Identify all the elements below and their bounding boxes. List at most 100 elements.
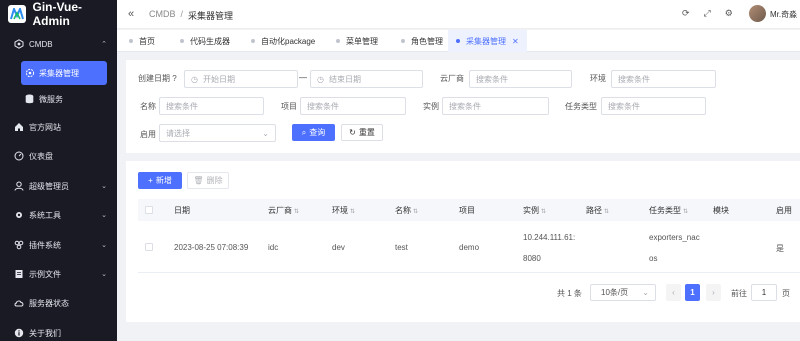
prev-page-button[interactable]: ‹ <box>666 284 681 301</box>
cell-env: dev <box>332 243 345 252</box>
table-header: 日期 云厂商 ⇅ 环境 ⇅ 名称 ⇅ 项目 实例 ⇅ 路径 ⇅ 任务类型 ⇅ 模块 启用 <box>138 199 800 221</box>
cell-cloud: idc <box>268 243 279 252</box>
tasktype-input[interactable]: 搜索条件 <box>601 97 706 115</box>
breadcrumb-root[interactable]: CMDB <box>149 9 176 22</box>
instance-input[interactable]: 搜索条件 <box>442 97 549 115</box>
row-divider <box>138 272 800 273</box>
col-env[interactable]: 环境 ⇅ <box>332 205 355 216</box>
name-input[interactable]: 搜索条件 <box>159 97 264 115</box>
page-1-button[interactable]: 1 <box>685 284 700 301</box>
gear-icon <box>25 68 35 78</box>
breadcrumb: CMDB / 采集器管理 <box>149 9 233 22</box>
col-date[interactable]: 日期 <box>174 205 190 216</box>
col-project[interactable]: 项目 <box>459 205 475 216</box>
tab-label: 采集器管理 <box>466 36 506 46</box>
tab-menu-manage[interactable]: 菜单管理 <box>336 30 378 52</box>
instance-label: 实例 <box>423 102 439 111</box>
col-path[interactable]: 路径 ⇅ <box>586 205 609 216</box>
fullscreen-icon[interactable]: ⤢ <box>704 8 711 19</box>
close-icon[interactable]: ✕ <box>512 37 519 46</box>
logo[interactable]: Gin-Vue-Admin <box>0 0 117 28</box>
sidebar-item-microservice[interactable]: 微服务 <box>0 86 117 112</box>
date-range-separator: — <box>299 73 307 82</box>
avatar[interactable] <box>749 5 766 22</box>
cell-date: 2023-08-25 07:08:39 <box>174 243 249 252</box>
sidebar-item-server-status[interactable]: 服务器状态 <box>0 290 117 316</box>
project-input[interactable]: 搜索条件 <box>300 97 406 115</box>
pagination-total: 共 1 条 <box>557 289 582 298</box>
sidebar-item-label: 关于我们 <box>29 328 61 338</box>
env-label: 环境 <box>590 74 606 83</box>
search-icon: ⌕ <box>301 127 307 137</box>
collapse-sidebar-icon[interactable]: « <box>128 8 134 20</box>
col-module[interactable]: 模块 <box>713 205 729 216</box>
cell-instance-line1: 10.244.111.61: <box>523 233 576 242</box>
col-tasktype[interactable]: 任务类型 ⇅ <box>649 205 688 216</box>
start-date-input[interactable]: ◷ 开始日期 <box>184 70 298 88</box>
tasktype-label: 任务类型 <box>565 102 597 111</box>
tab-dot-icon <box>251 39 255 43</box>
cloud-label: 云厂商 <box>440 74 464 83</box>
env-input[interactable]: 搜索条件 <box>611 70 716 88</box>
reset-icon: ↻ <box>349 128 356 137</box>
sidebar-item-website[interactable]: 官方网站 <box>0 114 117 140</box>
tab-collector-manage[interactable]: 采集器管理 ✕ <box>448 30 527 52</box>
sort-icon: ⇅ <box>604 209 610 215</box>
delete-button[interactable]: 🗑 删除 <box>187 172 229 189</box>
col-name[interactable]: 名称 ⇅ <box>395 205 418 216</box>
sidebar-item-dashboard[interactable]: 仪表盘 <box>0 143 117 169</box>
info-icon <box>14 328 24 338</box>
sidebar-item-label: 示例文件 <box>29 269 61 279</box>
reset-button[interactable]: ↻ 重置 <box>341 124 383 141</box>
sidebar-item-examples[interactable]: 示例文件 ⌄ <box>0 261 117 287</box>
chevron-down-icon: ⌄ <box>101 271 107 278</box>
refresh-icon[interactable]: ⟳ <box>682 8 690 19</box>
chevron-down-icon: ⌄ <box>101 183 107 190</box>
document-icon <box>14 269 24 279</box>
cell-project: demo <box>459 243 480 252</box>
sidebar-item-label: 官方网站 <box>29 122 61 132</box>
goto-page-input[interactable]: 1 <box>751 284 777 301</box>
cloud-input[interactable]: 搜索条件 <box>469 70 572 88</box>
tab-label: 菜单管理 <box>346 36 378 46</box>
sidebar-item-label: 微服务 <box>39 94 63 104</box>
tab-home[interactable]: 首页 <box>129 30 155 52</box>
add-button[interactable]: + 新增 <box>138 172 182 189</box>
calendar-icon: ◷ <box>191 74 198 84</box>
tab-label: 代码生成器 <box>190 36 230 46</box>
user-icon <box>14 181 24 191</box>
tab-role-manage[interactable]: 角色管理 <box>401 30 443 52</box>
sidebar-item-cmdb[interactable]: CMDB ⌃ <box>0 31 117 57</box>
tab-dot-icon <box>456 39 460 43</box>
sidebar-item-systools[interactable]: 系统工具 ⌄ <box>0 202 117 228</box>
next-page-button[interactable]: › <box>706 284 721 301</box>
enable-select[interactable]: 请选择 ⌄ <box>159 124 276 142</box>
row-checkbox[interactable] <box>145 243 153 251</box>
name-label: 名称 <box>140 102 156 111</box>
breadcrumb-current: 采集器管理 <box>188 11 234 21</box>
tab-label: 角色管理 <box>411 36 443 46</box>
settings-icon[interactable]: ⚙ <box>725 8 733 19</box>
sidebar-item-superadmin[interactable]: 超级管理员 ⌄ <box>0 173 117 199</box>
query-button[interactable]: ⌕ 查询 <box>292 124 335 141</box>
col-instance[interactable]: 实例 ⇅ <box>523 205 546 216</box>
sidebar-subitem-collector[interactable]: 采集器管理 <box>21 61 107 85</box>
cell-tasktype-line2: os <box>649 254 658 263</box>
col-enabled[interactable]: 启用 <box>776 205 792 216</box>
tab-codegen[interactable]: 代码生成器 <box>180 30 230 52</box>
username[interactable]: Mr.奇淼 <box>770 9 797 20</box>
cell-enabled: 是 <box>776 244 784 253</box>
app-title: Gin-Vue-Admin <box>32 0 83 28</box>
tab-label: 自动化package <box>261 36 316 46</box>
select-all-checkbox[interactable] <box>145 206 153 214</box>
tab-autopackage[interactable]: 自动化package <box>251 30 315 52</box>
gauge-icon <box>14 151 24 161</box>
cell-tasktype-line1: exporters_nac <box>649 233 700 242</box>
sidebar-item-label: 采集器管理 <box>39 68 79 78</box>
end-date-input[interactable]: ◷ 结束日期 <box>310 70 423 88</box>
sidebar-item-plugins[interactable]: 插件系统 ⌄ <box>0 232 117 258</box>
page-size-select[interactable]: 10条/页 ⌄ <box>590 284 656 301</box>
col-cloud[interactable]: 云厂商 ⇅ <box>268 205 299 216</box>
sidebar-item-about[interactable]: 关于我们 <box>0 320 117 341</box>
sidebar-item-label: 插件系统 <box>29 240 61 250</box>
